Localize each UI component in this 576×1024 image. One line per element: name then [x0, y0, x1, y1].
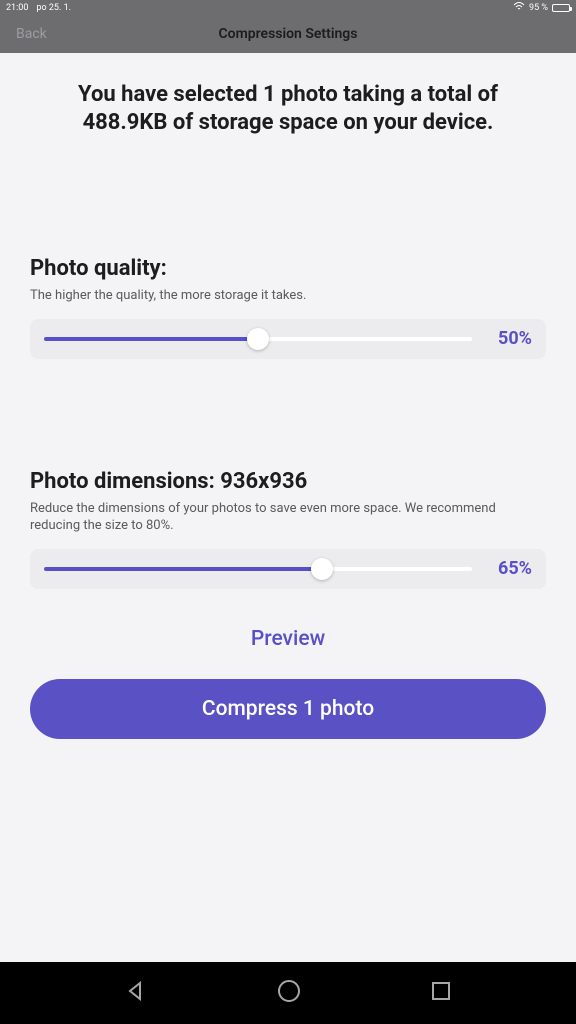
preview-button[interactable]: Preview — [30, 627, 546, 651]
status-battery-pct: 95 % — [529, 3, 548, 13]
dimensions-subtitle: Reduce the dimensions of your photos to … — [30, 500, 546, 535]
quality-subtitle: The higher the quality, the more storage… — [30, 287, 546, 305]
back-button[interactable]: Back — [16, 26, 47, 42]
status-date: po 25. 1. — [36, 3, 71, 13]
dimensions-slider[interactable]: 65% — [30, 549, 546, 589]
dimensions-title: Photo dimensions: 936x936 — [30, 469, 546, 494]
status-time: 21:00 — [6, 3, 28, 13]
nav-back-icon[interactable] — [124, 979, 148, 1007]
dimensions-track — [44, 567, 472, 571]
nav-recent-icon[interactable] — [430, 980, 452, 1006]
quality-fill — [44, 337, 258, 341]
dimensions-value: 65% — [486, 558, 532, 579]
quality-slider[interactable]: 50% — [30, 319, 546, 359]
headline-text: You have selected 1 photo taking a total… — [36, 81, 540, 136]
quality-value: 50% — [486, 328, 532, 349]
dimensions-thumb[interactable] — [311, 558, 333, 580]
quality-thumb[interactable] — [247, 328, 269, 350]
system-status-bar: 21:00 po 25. 1. 95 % — [0, 0, 576, 15]
quality-section: Photo quality: The higher the quality, t… — [30, 256, 546, 359]
compress-button[interactable]: Compress 1 photo — [30, 679, 546, 739]
android-nav-bar — [0, 962, 576, 1024]
quality-track — [44, 337, 472, 341]
nav-home-icon[interactable] — [276, 978, 302, 1008]
page-title: Compression Settings — [219, 26, 358, 42]
nav-bar: Back Compression Settings — [0, 15, 576, 53]
dimensions-section: Photo dimensions: 936x936 Reduce the dim… — [30, 469, 546, 589]
dimensions-fill — [44, 567, 322, 571]
quality-title: Photo quality: — [30, 256, 546, 281]
wifi-icon — [513, 2, 525, 14]
battery-icon — [552, 4, 570, 12]
